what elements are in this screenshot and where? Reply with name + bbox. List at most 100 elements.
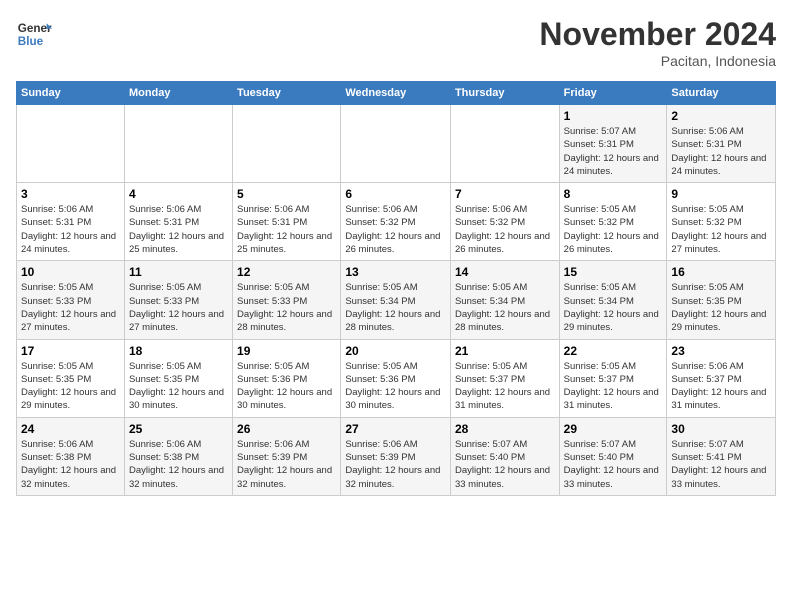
day-number: 3 (21, 187, 120, 201)
day-info: Sunrise: 5:06 AM Sunset: 5:31 PM Dayligh… (129, 203, 228, 256)
calendar-cell: 24Sunrise: 5:06 AM Sunset: 5:38 PM Dayli… (17, 417, 125, 495)
day-info: Sunrise: 5:06 AM Sunset: 5:38 PM Dayligh… (21, 438, 120, 491)
calendar-cell: 2Sunrise: 5:06 AM Sunset: 5:31 PM Daylig… (667, 105, 776, 183)
calendar-cell: 3 Sunrise: 5:06 AM Sunset: 5:31 PM Daylig… (17, 183, 125, 261)
day-info: Sunrise: 5:05 AM Sunset: 5:33 PM Dayligh… (237, 281, 336, 334)
day-info: Sunrise: 5:05 AM Sunset: 5:32 PM Dayligh… (564, 203, 663, 256)
day-info: Sunrise: 5:05 AM Sunset: 5:36 PM Dayligh… (345, 360, 446, 413)
day-number: 6 (345, 187, 446, 201)
day-number: 13 (345, 265, 446, 279)
calendar-cell: 21 Sunrise: 5:05 AM Sunset: 5:37 PM Dayli… (450, 339, 559, 417)
calendar-body: 1Sunrise: 5:07 AM Sunset: 5:31 PM Daylig… (17, 105, 776, 496)
calendar-cell: 17Sunrise: 5:05 AM Sunset: 5:35 PM Dayli… (17, 339, 125, 417)
day-info: Sunrise: 5:05 AM Sunset: 5:32 PM Dayligh… (671, 203, 771, 256)
day-number: 22 (564, 344, 663, 358)
calendar-cell (124, 105, 232, 183)
calendar-week-5: 24Sunrise: 5:06 AM Sunset: 5:38 PM Dayli… (17, 417, 776, 495)
day-number: 11 (129, 265, 228, 279)
calendar-cell: 30 Sunrise: 5:07 AM Sunset: 5:41 PM Dayli… (667, 417, 776, 495)
calendar-week-4: 17Sunrise: 5:05 AM Sunset: 5:35 PM Dayli… (17, 339, 776, 417)
calendar-cell: 18 Sunrise: 5:05 AM Sunset: 5:35 PM Dayli… (124, 339, 232, 417)
month-title: November 2024 (539, 16, 776, 53)
logo-icon: General Blue (16, 16, 52, 52)
calendar-week-2: 3 Sunrise: 5:06 AM Sunset: 5:31 PM Daylig… (17, 183, 776, 261)
day-number: 12 (237, 265, 336, 279)
calendar-cell: 19 Sunrise: 5:05 AM Sunset: 5:36 PM Dayli… (233, 339, 341, 417)
day-number: 21 (455, 344, 555, 358)
day-number: 8 (564, 187, 663, 201)
calendar-cell: 23 Sunrise: 5:06 AM Sunset: 5:37 PM Dayli… (667, 339, 776, 417)
day-number: 5 (237, 187, 336, 201)
weekday-header-sunday: Sunday (17, 82, 125, 105)
calendar-cell: 27 Sunrise: 5:06 AM Sunset: 5:39 PM Dayli… (341, 417, 451, 495)
weekday-header-friday: Friday (559, 82, 667, 105)
day-number: 4 (129, 187, 228, 201)
day-number: 1 (564, 109, 663, 123)
calendar-cell: 1Sunrise: 5:07 AM Sunset: 5:31 PM Daylig… (559, 105, 667, 183)
day-info: Sunrise: 5:06 AM Sunset: 5:39 PM Dayligh… (345, 438, 446, 491)
day-number: 14 (455, 265, 555, 279)
day-info: Sunrise: 5:07 AM Sunset: 5:41 PM Dayligh… (671, 438, 771, 491)
calendar-table: SundayMondayTuesdayWednesdayThursdayFrid… (16, 81, 776, 496)
day-number: 18 (129, 344, 228, 358)
svg-text:Blue: Blue (18, 35, 44, 48)
day-number: 2 (671, 109, 771, 123)
calendar-cell: 7Sunrise: 5:06 AM Sunset: 5:32 PM Daylig… (450, 183, 559, 261)
day-number: 23 (671, 344, 771, 358)
day-info: Sunrise: 5:05 AM Sunset: 5:33 PM Dayligh… (129, 281, 228, 334)
logo: General Blue (16, 16, 52, 52)
calendar-cell: 11 Sunrise: 5:05 AM Sunset: 5:33 PM Dayli… (124, 261, 232, 339)
day-info: Sunrise: 5:05 AM Sunset: 5:35 PM Dayligh… (671, 281, 771, 334)
calendar-cell: 28 Sunrise: 5:07 AM Sunset: 5:40 PM Dayli… (450, 417, 559, 495)
day-info: Sunrise: 5:05 AM Sunset: 5:34 PM Dayligh… (345, 281, 446, 334)
calendar-cell (450, 105, 559, 183)
calendar-week-1: 1Sunrise: 5:07 AM Sunset: 5:31 PM Daylig… (17, 105, 776, 183)
page-header: General Blue November 2024 Pacitan, Indo… (16, 16, 776, 69)
weekday-header-wednesday: Wednesday (341, 82, 451, 105)
calendar-cell: 13 Sunrise: 5:05 AM Sunset: 5:34 PM Dayli… (341, 261, 451, 339)
weekday-header-row: SundayMondayTuesdayWednesdayThursdayFrid… (17, 82, 776, 105)
day-info: Sunrise: 5:05 AM Sunset: 5:35 PM Dayligh… (21, 360, 120, 413)
day-number: 29 (564, 422, 663, 436)
day-info: Sunrise: 5:07 AM Sunset: 5:40 PM Dayligh… (455, 438, 555, 491)
calendar-cell (233, 105, 341, 183)
weekday-header-saturday: Saturday (667, 82, 776, 105)
day-info: Sunrise: 5:05 AM Sunset: 5:35 PM Dayligh… (129, 360, 228, 413)
day-info: Sunrise: 5:05 AM Sunset: 5:36 PM Dayligh… (237, 360, 336, 413)
day-number: 10 (21, 265, 120, 279)
day-info: Sunrise: 5:06 AM Sunset: 5:31 PM Dayligh… (21, 203, 120, 256)
day-number: 16 (671, 265, 771, 279)
day-info: Sunrise: 5:06 AM Sunset: 5:37 PM Dayligh… (671, 360, 771, 413)
calendar-cell: 22 Sunrise: 5:05 AM Sunset: 5:37 PM Dayli… (559, 339, 667, 417)
day-info: Sunrise: 5:06 AM Sunset: 5:31 PM Dayligh… (237, 203, 336, 256)
day-info: Sunrise: 5:05 AM Sunset: 5:37 PM Dayligh… (455, 360, 555, 413)
day-info: Sunrise: 5:05 AM Sunset: 5:34 PM Dayligh… (564, 281, 663, 334)
calendar-cell: 6 Sunrise: 5:06 AM Sunset: 5:32 PM Daylig… (341, 183, 451, 261)
calendar-cell: 9Sunrise: 5:05 AM Sunset: 5:32 PM Daylig… (667, 183, 776, 261)
day-info: Sunrise: 5:06 AM Sunset: 5:32 PM Dayligh… (455, 203, 555, 256)
calendar-week-3: 10 Sunrise: 5:05 AM Sunset: 5:33 PM Dayli… (17, 261, 776, 339)
day-number: 30 (671, 422, 771, 436)
day-number: 26 (237, 422, 336, 436)
calendar-cell: 14Sunrise: 5:05 AM Sunset: 5:34 PM Dayli… (450, 261, 559, 339)
calendar-cell: 4 Sunrise: 5:06 AM Sunset: 5:31 PM Daylig… (124, 183, 232, 261)
title-block: November 2024 Pacitan, Indonesia (539, 16, 776, 69)
weekday-header-thursday: Thursday (450, 82, 559, 105)
day-number: 28 (455, 422, 555, 436)
calendar-cell: 12 Sunrise: 5:05 AM Sunset: 5:33 PM Dayli… (233, 261, 341, 339)
calendar-header: SundayMondayTuesdayWednesdayThursdayFrid… (17, 82, 776, 105)
day-info: Sunrise: 5:06 AM Sunset: 5:38 PM Dayligh… (129, 438, 228, 491)
day-number: 19 (237, 344, 336, 358)
calendar-cell: 5 Sunrise: 5:06 AM Sunset: 5:31 PM Daylig… (233, 183, 341, 261)
calendar-cell: 10Sunrise: 5:05 AM Sunset: 5:33 PM Dayli… (17, 261, 125, 339)
day-info: Sunrise: 5:06 AM Sunset: 5:32 PM Dayligh… (345, 203, 446, 256)
location-subtitle: Pacitan, Indonesia (539, 53, 776, 69)
day-info: Sunrise: 5:05 AM Sunset: 5:37 PM Dayligh… (564, 360, 663, 413)
calendar-cell: 8 Sunrise: 5:05 AM Sunset: 5:32 PM Daylig… (559, 183, 667, 261)
calendar-cell: 26 Sunrise: 5:06 AM Sunset: 5:39 PM Dayli… (233, 417, 341, 495)
day-number: 27 (345, 422, 446, 436)
day-info: Sunrise: 5:06 AM Sunset: 5:39 PM Dayligh… (237, 438, 336, 491)
calendar-cell: 25 Sunrise: 5:06 AM Sunset: 5:38 PM Dayli… (124, 417, 232, 495)
calendar-cell (17, 105, 125, 183)
day-number: 25 (129, 422, 228, 436)
